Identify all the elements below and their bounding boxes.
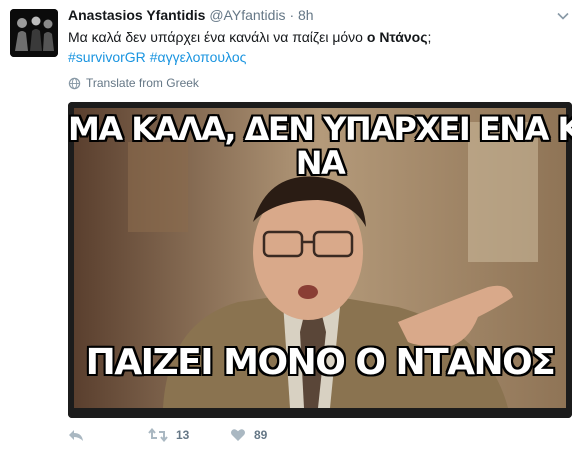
retweet-icon xyxy=(148,428,168,442)
heart-icon xyxy=(231,429,245,441)
timestamp[interactable]: 8h xyxy=(298,7,314,23)
author-handle[interactable]: @AYfantidis xyxy=(209,7,285,23)
reply-button[interactable] xyxy=(68,428,148,442)
tweet-text-end: ; xyxy=(427,29,432,45)
tweet: Anastasios Yfantidis @AYfantidis · 8h Μα… xyxy=(0,0,580,455)
hashtags: #survivorGR #αγγελοπουλος xyxy=(68,47,246,67)
tweet-text: Μα καλά δεν υπάρχει ένα κανάλι να παίζει… xyxy=(68,27,568,47)
meme-top-line-1: ΜΑ ΚΑΛΑ, ΔΕΝ ΥΠΑΡΧΕΙ ΕΝΑ ΚΑΝΑΛΙ ΠΟΥ xyxy=(68,110,572,148)
tweet-actions: 13 89 xyxy=(68,428,267,442)
hashtag-aggelopoulos[interactable]: #αγγελοπουλος xyxy=(150,49,247,65)
author-name[interactable]: Anastasios Yfantidis xyxy=(68,7,205,23)
meme-top-line-2: ΝΑ xyxy=(295,144,346,182)
retweet-button[interactable]: 13 xyxy=(148,428,230,442)
translate-label[interactable]: Translate from Greek xyxy=(86,76,199,90)
retweet-count: 13 xyxy=(176,428,190,442)
tweet-image[interactable]: ΜΑ ΚΑΛΑ, ΔΕΝ ΥΠΑΡΧΕΙ ΕΝΑ ΚΑΝΑΛΙ ΠΟΥ ΝΑ Π… xyxy=(68,102,572,418)
like-count: 89 xyxy=(254,428,268,442)
tweet-text-bold: ο Ντάνος xyxy=(366,29,428,45)
chevron-down-icon[interactable] xyxy=(556,9,570,23)
like-button[interactable]: 89 xyxy=(230,428,267,442)
tweet-text-plain: Μα καλά δεν υπάρχει ένα κανάλι να παίζει… xyxy=(68,29,367,45)
separator: · xyxy=(289,7,295,23)
globe-icon xyxy=(68,77,81,89)
translate-link[interactable]: Translate from Greek xyxy=(68,76,199,90)
meme-bottom-line: ΠΑΙΖΕΙ ΜΟΝΟ Ο ΝΤΑΝΟΣ xyxy=(85,342,556,383)
reply-icon xyxy=(69,430,83,441)
hashtag-survivorgr[interactable]: #survivorGR xyxy=(68,49,146,65)
avatar[interactable] xyxy=(10,9,58,57)
tweet-header: Anastasios Yfantidis @AYfantidis · 8h xyxy=(68,7,314,23)
